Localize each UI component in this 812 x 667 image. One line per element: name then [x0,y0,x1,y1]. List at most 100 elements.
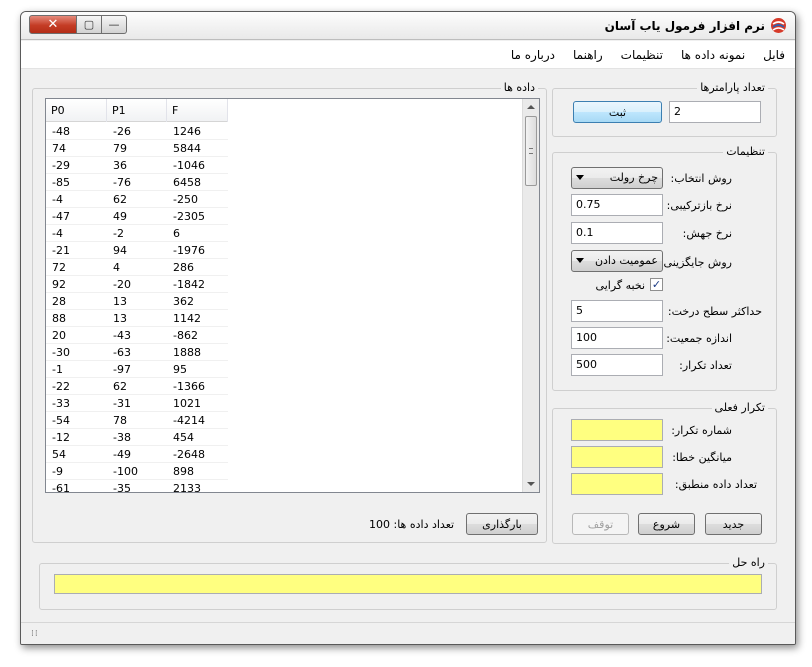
maximize-button[interactable]: ▢ [77,15,102,34]
submit-params-button[interactable]: ثبت [573,101,662,123]
start-button[interactable]: شروع [638,513,695,535]
table-cell[interactable]: 94 [107,242,167,259]
population-size-input[interactable]: 100 [571,327,663,349]
table-cell[interactable]: -4 [46,191,107,208]
table-cell[interactable]: -43 [107,327,167,344]
table-cell[interactable]: 1246 [167,123,228,140]
menu-item-help[interactable]: راهنما [573,48,603,62]
table-row[interactable]: -30 -63 1888 [46,344,228,361]
grid-scrollbar[interactable] [522,99,539,492]
table-row[interactable]: -54 78 -4214 [46,412,228,429]
table-cell[interactable]: 6458 [167,174,228,191]
load-button[interactable]: بارگذاری [466,513,538,535]
table-row[interactable]: -47 49 -2305 [46,208,228,225]
table-cell[interactable]: -61 [46,480,107,492]
table-cell[interactable]: -12 [46,429,107,446]
table-cell[interactable]: -31 [107,395,167,412]
table-cell[interactable]: -4 [46,225,107,242]
table-cell[interactable]: 1142 [167,310,228,327]
table-cell[interactable]: 92 [46,276,107,293]
table-cell[interactable]: 95 [167,361,228,378]
table-row[interactable]: -85 -76 6458 [46,174,228,191]
close-button[interactable]: ✕ [29,15,77,34]
table-cell[interactable]: -54 [46,412,107,429]
table-cell[interactable]: -862 [167,327,228,344]
table-cell[interactable]: 898 [167,463,228,480]
menu-item-about[interactable]: درباره ما [511,48,555,62]
table-cell[interactable]: -1366 [167,378,228,395]
menu-item-file[interactable]: فایل [763,48,785,62]
table-cell[interactable]: 1888 [167,344,228,361]
table-cell[interactable]: 362 [167,293,228,310]
table-cell[interactable]: 28 [46,293,107,310]
table-row[interactable]: -4 62 -250 [46,191,228,208]
table-cell[interactable]: -100 [107,463,167,480]
table-cell[interactable]: 62 [107,191,167,208]
table-row[interactable]: 20 -43 -862 [46,327,228,344]
table-row[interactable]: 72 4 286 [46,259,228,276]
table-cell[interactable]: -1976 [167,242,228,259]
scroll-down-icon[interactable] [527,482,535,486]
table-row[interactable]: 88 13 1142 [46,310,228,327]
stop-button[interactable]: توقف [572,513,629,535]
mutation-rate-input[interactable]: 0.1 [571,222,663,244]
table-row[interactable]: 92 -20 -1842 [46,276,228,293]
table-cell[interactable]: -22 [46,378,107,395]
table-cell[interactable]: 286 [167,259,228,276]
table-cell[interactable]: 20 [46,327,107,344]
table-cell[interactable]: -2 [107,225,167,242]
column-header-p1[interactable]: P1 [107,99,167,122]
table-row[interactable]: -61 -35 2133 [46,480,228,492]
table-cell[interactable]: -1046 [167,157,228,174]
table-cell[interactable]: -2648 [167,446,228,463]
menu-item-settings[interactable]: تنظیمات [621,48,663,62]
table-row[interactable]: -9 -100 898 [46,463,228,480]
table-cell[interactable]: 54 [46,446,107,463]
params-count-input[interactable]: 2 [669,101,761,123]
table-cell[interactable]: 72 [46,259,107,276]
column-header-f[interactable]: F [167,99,228,122]
table-cell[interactable]: 454 [167,429,228,446]
table-cell[interactable]: -97 [107,361,167,378]
table-cell[interactable]: 79 [107,140,167,157]
table-cell[interactable]: -1 [46,361,107,378]
table-cell[interactable]: -76 [107,174,167,191]
max-tree-depth-input[interactable]: 5 [571,300,663,322]
table-cell[interactable]: -250 [167,191,228,208]
table-cell[interactable]: -63 [107,344,167,361]
crossover-rate-input[interactable]: 0.75 [571,194,663,216]
table-row[interactable]: -48 -26 1246 [46,123,228,140]
resize-grip-icon[interactable]: ⁞⁞ [31,629,39,639]
table-cell[interactable]: 78 [107,412,167,429]
minimize-button[interactable]: — [102,15,127,34]
table-cell[interactable]: -33 [46,395,107,412]
table-row[interactable]: -22 62 -1366 [46,378,228,395]
table-row[interactable]: -12 -38 454 [46,429,228,446]
table-cell[interactable]: -21 [46,242,107,259]
table-cell[interactable]: -29 [46,157,107,174]
table-cell[interactable]: -2305 [167,208,228,225]
table-cell[interactable]: -20 [107,276,167,293]
data-grid[interactable]: P0 P1 F -48 -26 1246 74 79 5844 -29 36 -1046 -85-… [45,98,540,493]
table-row[interactable]: -1 -97 95 [46,361,228,378]
table-cell[interactable]: -30 [46,344,107,361]
table-row[interactable]: 74 79 5844 [46,140,228,157]
iterations-input[interactable]: 500 [571,354,663,376]
table-cell[interactable]: -26 [107,123,167,140]
title-bar[interactable]: نرم افزار فرمول یاب آسان ✕ ▢ — [21,12,795,40]
table-cell[interactable]: -49 [107,446,167,463]
table-cell[interactable]: 49 [107,208,167,225]
table-cell[interactable]: 36 [107,157,167,174]
scroll-up-icon[interactable] [527,105,535,109]
table-cell[interactable]: -9 [46,463,107,480]
table-cell[interactable]: 2133 [167,480,228,492]
new-button[interactable]: جدید [705,513,762,535]
table-row[interactable]: -29 36 -1046 [46,157,228,174]
table-row[interactable]: 28 13 362 [46,293,228,310]
table-cell[interactable]: 13 [107,293,167,310]
table-row[interactable]: -21 94 -1976 [46,242,228,259]
table-cell[interactable]: 74 [46,140,107,157]
table-cell[interactable]: -48 [46,123,107,140]
table-row[interactable]: -4 -2 6 [46,225,228,242]
table-cell[interactable]: -85 [46,174,107,191]
